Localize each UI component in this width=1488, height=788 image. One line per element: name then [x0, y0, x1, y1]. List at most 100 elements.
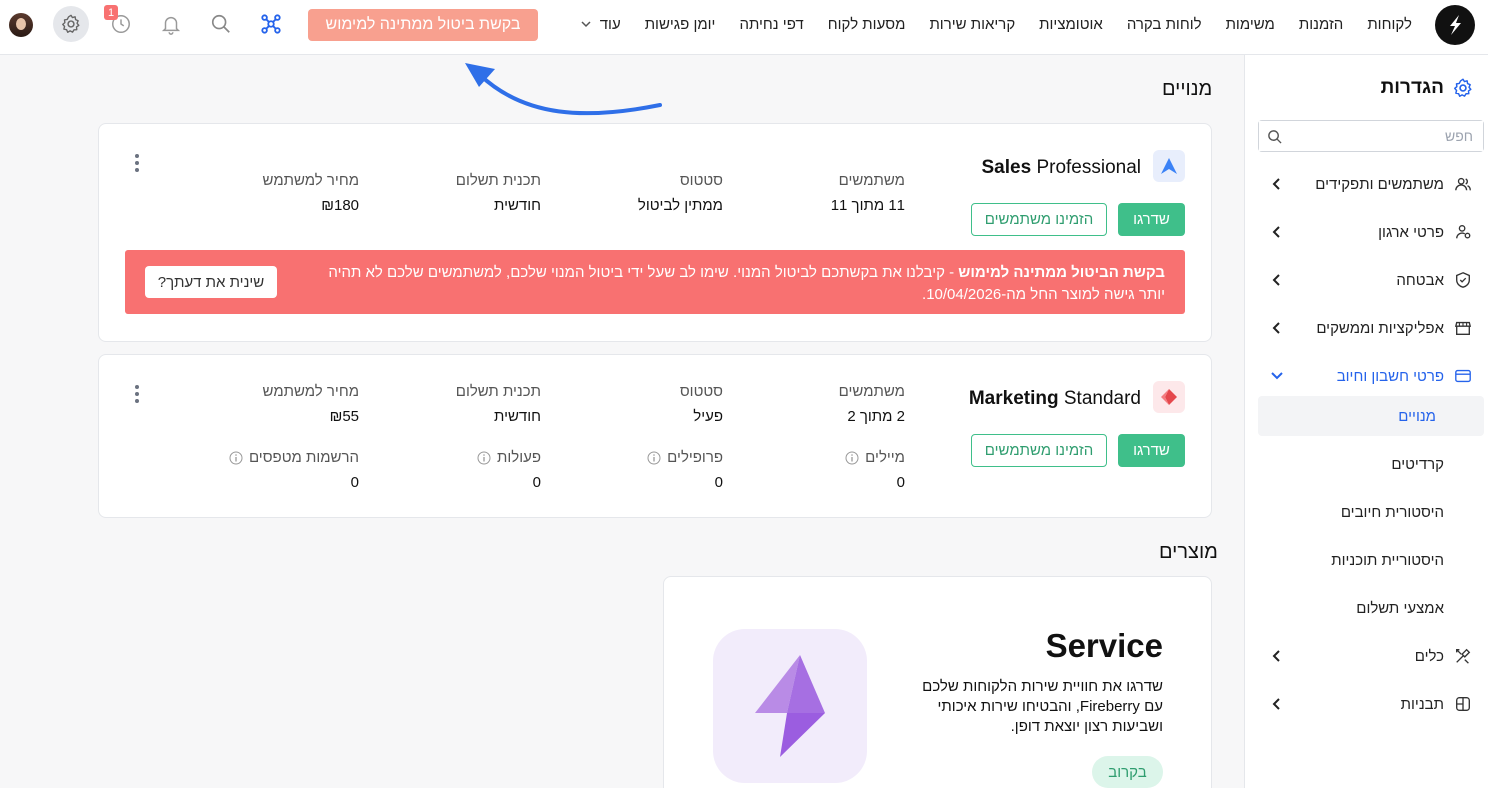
nav-more-dropdown[interactable]: עוד [580, 16, 621, 33]
nav-item-meetings-calendar[interactable]: יומן פגישות [645, 16, 716, 33]
plan-status-col: סטטוס ממתין לביטול [638, 172, 723, 214]
invite-users-button[interactable]: הזמינו משתמשים [971, 203, 1107, 236]
cancel-alert: בקשת הביטול ממתינה למימוש - קיבלנו את בק… [125, 250, 1185, 314]
plan-name-rest: Standard [1063, 388, 1141, 409]
network-icon [261, 14, 281, 34]
subscriptions-title: מנויים [1162, 78, 1213, 100]
nav-item-landing-pages[interactable]: דפי נחיתה [739, 16, 803, 33]
info-icon[interactable] [845, 451, 859, 465]
user-avatar[interactable] [9, 13, 33, 37]
plan-name: Sales Professional [982, 157, 1142, 179]
notification-badge: 1 [104, 5, 118, 20]
sidebar-subitem-credits[interactable]: קרדיטים [1258, 444, 1484, 484]
plan-menu-kebab-icon[interactable] [134, 154, 140, 172]
sidebar-item-label: אפליקציות וממשקים [1316, 319, 1444, 337]
usage-value: 0 [896, 474, 905, 491]
sidebar-item-apps-integrations[interactable]: אפליקציות וממשקים [1258, 308, 1484, 348]
nav-item-tasks[interactable]: משימות [1226, 16, 1275, 33]
usage-value: 0 [714, 474, 723, 491]
usage-emails-col: מיילים 0 [845, 449, 905, 491]
plan-name-bold: Sales [981, 157, 1032, 178]
sidebar-item-label: פרטי חשבון וחיוב [1336, 367, 1444, 385]
sidebar-subitem-subscriptions[interactable]: מנויים [1258, 396, 1484, 436]
chevron-left-icon [1272, 226, 1280, 238]
cancel-request-pill[interactable]: בקשת ביטול ממתינה למימוש [308, 9, 538, 41]
notifications-button[interactable] [157, 10, 185, 38]
nav-item-dashboards[interactable]: לוחות בקרה [1127, 16, 1202, 33]
sidebar-item-label: פרטי ארגון [1378, 223, 1444, 241]
sidebar-item-org-details[interactable]: פרטי ארגון [1258, 212, 1484, 252]
info-icon[interactable] [229, 451, 243, 465]
plan-price-col: מחיר למשתמש ₪55 [263, 383, 359, 425]
app-logo[interactable] [1435, 5, 1475, 45]
users-label: משתמשים [838, 172, 905, 189]
gear-icon [62, 14, 80, 33]
nav-item-orders[interactable]: הזמנות [1299, 16, 1343, 33]
usage-profiles-col: פרופילים 0 [647, 449, 723, 491]
arrow-up-logo-icon [1161, 158, 1177, 174]
fireberry-logo-icon [1450, 15, 1461, 35]
search-button[interactable] [207, 10, 235, 38]
sidebar-item-templates[interactable]: תבניות [1258, 684, 1484, 724]
plan-card-marketing: Marketing Standard משתמשים 2 מתוך 2 סטטו… [98, 354, 1212, 518]
sidebar-search-input[interactable] [1259, 121, 1483, 151]
sidebar-item-label: תבניות [1400, 695, 1444, 713]
nav-item-automations[interactable]: אוטומציות [1039, 16, 1103, 33]
cancel-alert-title: בקשת הביטול ממתינה למימוש [958, 264, 1165, 281]
usage-value: 0 [350, 474, 359, 491]
nav-item-customers[interactable]: לקוחות [1367, 16, 1412, 33]
lightning-icon [755, 655, 825, 757]
sidebar-subitem-plan-history[interactable]: היסטוריית תוכניות [1258, 540, 1484, 580]
usage-form-signups-col: הרשמות מטפסים 0 [229, 449, 359, 491]
plan-status-col: סטטוס פעיל [680, 383, 723, 425]
usage-value: 0 [532, 474, 541, 491]
upgrade-button[interactable]: שדרגו [1118, 434, 1185, 467]
plan-name-rest: Professional [1036, 157, 1141, 178]
product-card-service: Service שדרגו את חוויית שירות הלקוחות של… [663, 576, 1212, 788]
product-description: שדרגו את חוויית שירות הלקוחות שלכם עם Fi… [922, 678, 1163, 735]
upgrade-button[interactable]: שדרגו [1118, 203, 1185, 236]
invite-users-button[interactable]: הזמינו משתמשים [971, 434, 1107, 467]
sidebar-subitem-payment-methods[interactable]: אמצעי תשלום [1258, 588, 1484, 628]
info-icon[interactable] [647, 451, 661, 465]
store-icon [1454, 321, 1472, 335]
nav-item-service-calls[interactable]: קריאות שירות [929, 16, 1015, 33]
price-label: מחיר למשתמש [262, 383, 359, 400]
chevron-down-icon [1271, 372, 1283, 380]
billing-label: תכנית תשלום [455, 383, 541, 400]
shield-icon [1456, 272, 1470, 288]
apps-button[interactable] [257, 10, 285, 38]
nav-more-label: עוד [599, 15, 621, 33]
products-title: מוצרים [1159, 541, 1218, 563]
changed-mind-button[interactable]: שינית את דעתך? [145, 266, 277, 298]
billing-value: חודשית [494, 197, 541, 214]
plan-name: Marketing Standard [969, 388, 1141, 410]
usage-actions-col: פעולות 0 [477, 449, 541, 491]
status-label: סטטוס [679, 383, 723, 400]
usage-label: מיילים [865, 449, 905, 466]
sidebar-item-label: אבטחה [1396, 271, 1444, 289]
users-value: 11 מתוך 11 [830, 197, 905, 214]
plan-menu-kebab-icon[interactable] [134, 385, 140, 403]
sidebar-item-security[interactable]: אבטחה [1258, 260, 1484, 300]
settings-button[interactable] [53, 6, 89, 42]
sidebar-item-tools[interactable]: כלים [1258, 636, 1484, 676]
info-icon[interactable] [477, 451, 491, 465]
sidebar-title: הגדרות [1381, 77, 1474, 99]
diamond-logo-icon [1161, 389, 1177, 405]
plan-billing-col: תכנית תשלום חודשית [456, 172, 541, 214]
plan-users-col: משתמשים 2 מתוך 2 [839, 383, 905, 425]
top-bar: לקוחות הזמנות משימות לוחות בקרה אוטומציו… [0, 0, 1488, 55]
usage-label: הרשמות מטפסים [248, 449, 359, 466]
nav-item-customer-journeys[interactable]: מסעות לקוח [828, 16, 906, 33]
tools-icon [1456, 648, 1471, 664]
sidebar-item-account-billing[interactable]: פרטי חשבון וחיוב [1258, 356, 1484, 396]
sidebar-item-users-roles[interactable]: משתמשים ותפקידים [1258, 164, 1484, 204]
billing-value: חודשית [494, 408, 541, 425]
search-icon [211, 14, 230, 33]
plan-logo-sales [1153, 150, 1185, 182]
chevron-left-icon [1272, 650, 1280, 662]
status-value: פעיל [693, 408, 723, 425]
sidebar-subitem-billing-history[interactable]: היסטורית חיובים [1258, 492, 1484, 532]
sidebar-item-label: כלים [1414, 647, 1444, 665]
